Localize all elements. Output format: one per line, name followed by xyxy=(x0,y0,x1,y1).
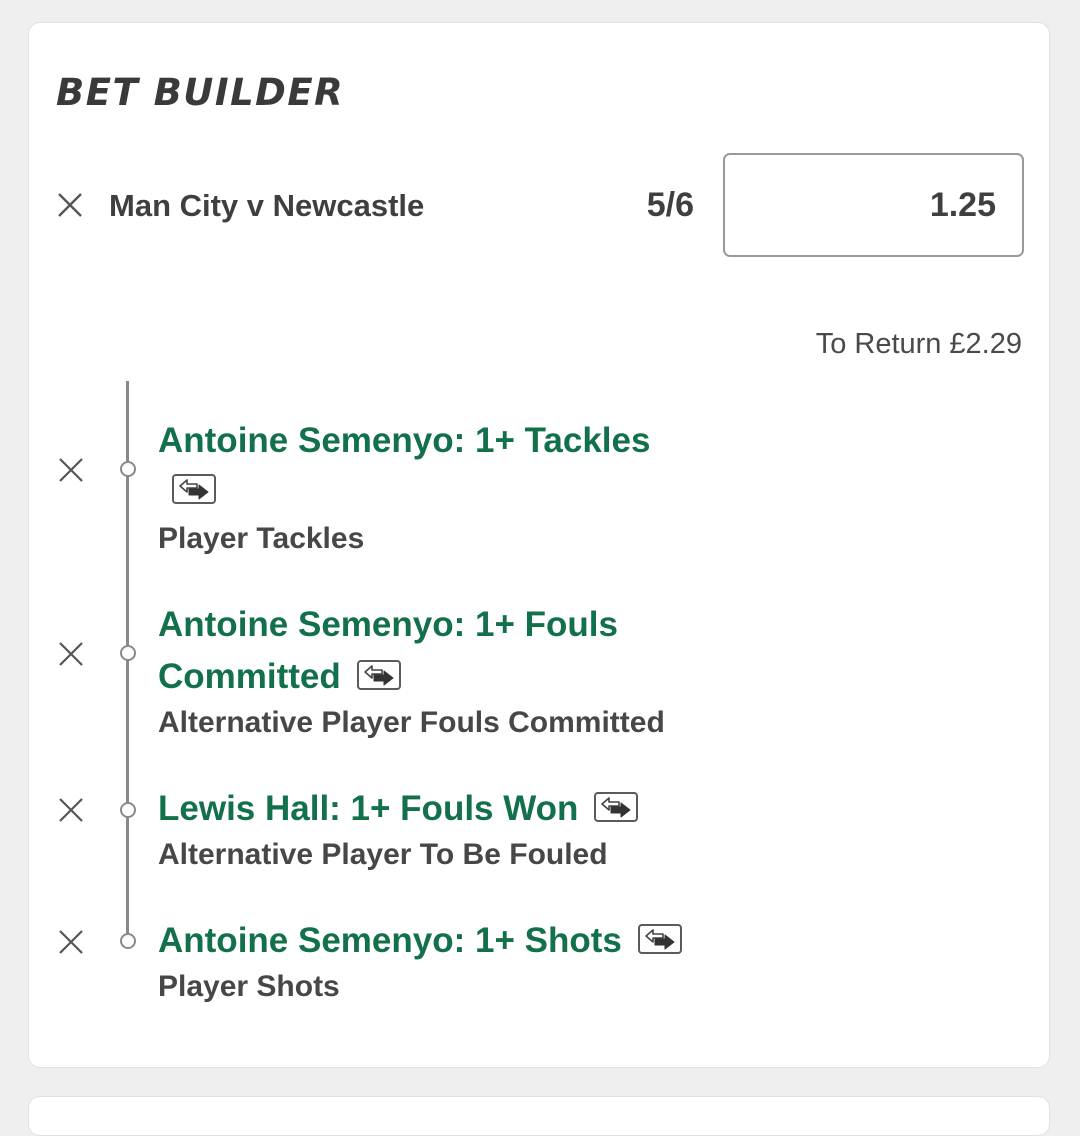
selection-title-text: Antoine Semenyo: 1+ Tackles xyxy=(158,421,651,460)
timeline-node xyxy=(120,802,136,818)
swap-icon[interactable] xyxy=(172,473,216,504)
remove-selection-button[interactable] xyxy=(58,457,86,485)
close-icon xyxy=(58,193,82,217)
selection-title-text: Antoine Semenyo: 1+ Fouls xyxy=(158,605,618,644)
selection-market: Player Tackles xyxy=(158,522,365,555)
stake-field[interactable] xyxy=(723,153,1024,257)
timeline-node xyxy=(120,645,136,661)
selection-title: Lewis Hall: 1+ Fouls Won xyxy=(158,783,758,835)
event-name: Man City v Newcastle xyxy=(109,188,425,223)
selection-market: Player Shots xyxy=(158,970,340,1003)
selection-title: Antoine Semenyo: 1+ Shots xyxy=(158,915,758,967)
selection-title-continued: Committed xyxy=(158,651,758,703)
selection-item: Antoine Semenyo: 1+ Fouls Committed Alte… xyxy=(158,599,758,743)
potential-return: To Return £2.29 xyxy=(816,326,1022,362)
selection-title: Antoine Semenyo: 1+ Tackles xyxy=(158,415,758,467)
close-icon xyxy=(59,458,83,482)
bet-builder-card: BET BUILDER Man City v Newcastle 5/6 To … xyxy=(28,22,1050,1068)
selection-item: Antoine Semenyo: 1+ Shots Player Shots xyxy=(158,915,758,1007)
remove-selection-button[interactable] xyxy=(58,929,86,957)
selection-item: Antoine Semenyo: 1+ Tackles Player Tackl… xyxy=(158,415,758,559)
stake-input[interactable] xyxy=(725,155,1022,255)
selection-title-text: Antoine Semenyo: 1+ Shots xyxy=(158,921,622,960)
selection-title-text: Committed xyxy=(158,657,341,696)
next-card xyxy=(28,1096,1050,1136)
swap-icon[interactable] xyxy=(356,659,401,690)
close-icon xyxy=(59,930,83,954)
timeline-node xyxy=(120,933,136,949)
selection-market: Alternative Player Fouls Committed xyxy=(158,706,665,739)
swap-icon[interactable] xyxy=(594,791,639,822)
close-icon xyxy=(59,642,83,666)
remove-selection-button[interactable] xyxy=(58,641,86,669)
odds-value: 5/6 xyxy=(646,186,694,224)
selection-swap-row xyxy=(158,467,758,515)
selection-item: Lewis Hall: 1+ Fouls Won Alternative Pla… xyxy=(158,783,758,875)
close-icon xyxy=(59,798,83,822)
remove-event-button[interactable] xyxy=(56,191,84,219)
swap-icon[interactable] xyxy=(637,923,682,954)
selection-title: Antoine Semenyo: 1+ Fouls xyxy=(158,599,758,651)
timeline-node xyxy=(120,461,136,477)
return-label: To Return xyxy=(815,328,942,360)
selection-title-text: Lewis Hall: 1+ Fouls Won xyxy=(158,789,579,828)
remove-selection-button[interactable] xyxy=(58,797,86,825)
return-value: £2.29 xyxy=(949,328,1022,360)
page-title: BET BUILDER xyxy=(56,71,345,114)
selection-market: Alternative Player To Be Fouled xyxy=(158,838,608,871)
